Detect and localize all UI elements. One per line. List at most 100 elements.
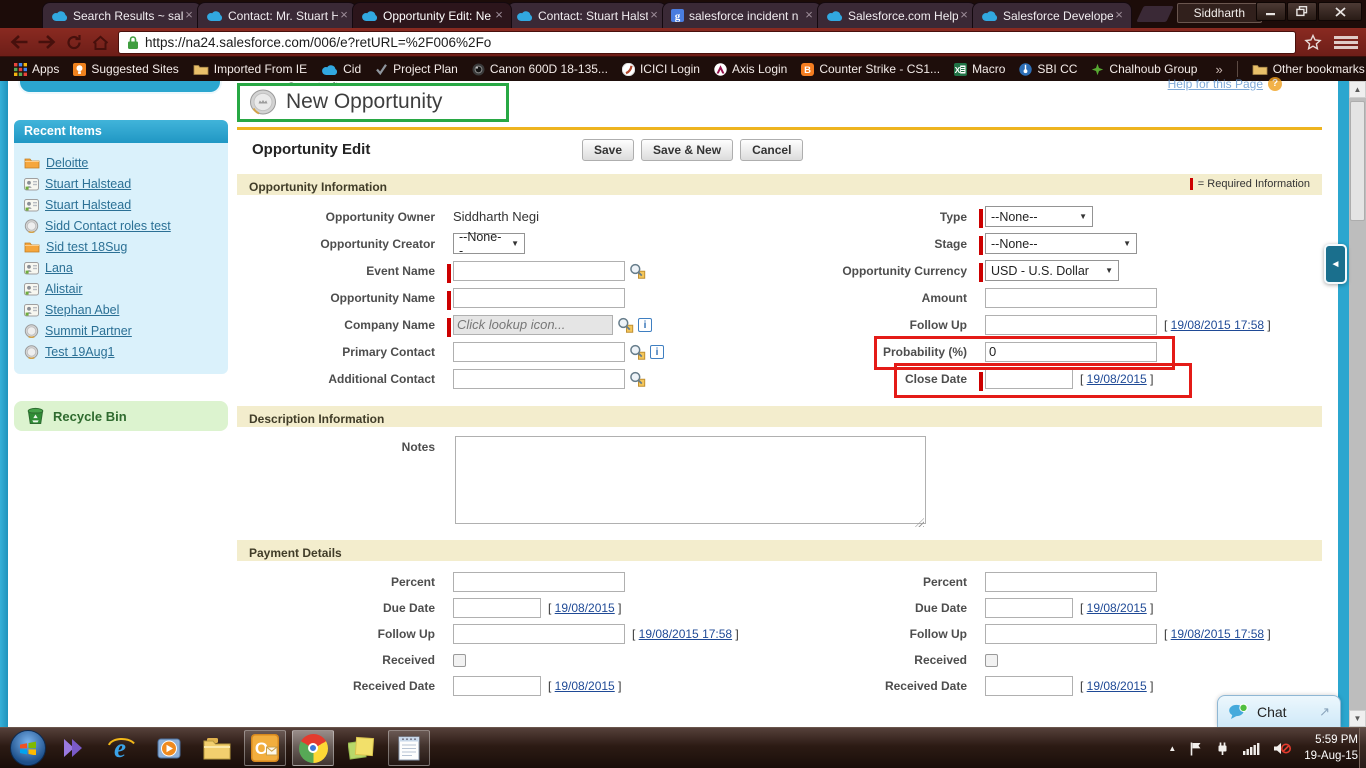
recycle-bin[interactable]: Recycle Bin (14, 401, 228, 431)
browser-tab[interactable]: Salesforce Develope × (972, 2, 1132, 28)
input-follow-up[interactable] (985, 314, 1157, 335)
taskbar-chrome-icon[interactable] (292, 730, 334, 766)
bookmark-counter-strike-cs1[interactable]: B Counter Strike - CS1... (801, 62, 940, 76)
close-button[interactable] (1318, 2, 1362, 21)
recent-item-link[interactable]: Stuart Halstead (45, 177, 131, 191)
browser-tab[interactable]: Contact: Stuart Halst × (507, 2, 667, 28)
save-button[interactable]: Save (582, 139, 635, 161)
save-new-button[interactable]: Save & New (641, 139, 734, 161)
start-button[interactable] (10, 730, 46, 766)
tab-close-icon[interactable]: × (337, 8, 351, 22)
browser-tab[interactable]: Opportunity Edit: Ne × (352, 2, 512, 28)
back-button[interactable] (9, 34, 29, 50)
bookmark-suggested-sites[interactable]: Suggested Sites (73, 62, 179, 76)
date-link[interactable]: 19/08/2015 (555, 601, 615, 615)
bookmark-sbi-cc[interactable]: SBI CC (1019, 62, 1077, 76)
scroll-up-button[interactable]: ▲ (1349, 81, 1366, 98)
new-tab-button[interactable] (1136, 6, 1174, 22)
network-signal-icon[interactable] (1243, 742, 1260, 755)
show-desktop-button[interactable] (1359, 728, 1366, 768)
date-link[interactable]: 19/08/2015 (1087, 372, 1147, 386)
lookup-icon[interactable] (629, 344, 646, 360)
browser-tab[interactable]: Salesforce.com Help × (817, 2, 977, 28)
vertical-scrollbar[interactable]: ▲ ▼ (1349, 81, 1366, 727)
bookmark-cid[interactable]: Cid (321, 62, 361, 76)
recent-item-link[interactable]: Summit Partner (45, 324, 132, 338)
bookmark-macro[interactable]: X Macro (954, 62, 1005, 76)
lookup-icon[interactable] (617, 317, 634, 333)
browser-tab[interactable]: Contact: Mr. Stuart H × (197, 2, 357, 28)
recent-item-link[interactable]: Sidd Contact roles test (45, 219, 171, 233)
tray-hidden-icons-button[interactable]: ▲ (1168, 744, 1176, 753)
notes-textarea[interactable] (455, 436, 926, 524)
taskbar-outlook-icon[interactable]: O (244, 730, 286, 766)
scroll-down-button[interactable]: ▼ (1349, 710, 1366, 727)
help-link[interactable]: Help for this Page (1168, 77, 1263, 91)
date-link[interactable]: 19/08/2015 17:58 (1171, 318, 1264, 332)
popout-arrow-icon[interactable]: ↗ (1319, 704, 1330, 720)
tab-close-icon[interactable]: × (647, 8, 661, 22)
recent-item-link[interactable]: Deloitte (46, 156, 88, 170)
checkbox-received[interactable] (453, 653, 466, 667)
input-amount[interactable] (985, 287, 1157, 308)
input-percent[interactable] (985, 572, 1157, 592)
menu-button[interactable] (1334, 33, 1358, 52)
input-received-date[interactable] (985, 676, 1073, 696)
bookmarks-overflow-chevron[interactable]: » (1215, 62, 1222, 77)
help-icon[interactable]: ? (1268, 77, 1282, 91)
address-bar[interactable]: https://na24.salesforce.com/006/e?retURL… (118, 31, 1296, 54)
taskbar-explorer-icon[interactable] (196, 730, 238, 766)
select-opportunity-creator[interactable]: --None-- ▼ (453, 230, 525, 258)
bookmark-star-icon[interactable] (1304, 33, 1322, 56)
recent-item-link[interactable]: Stuart Halstead (45, 198, 131, 212)
browser-tab[interactable]: g salesforce incident n × (662, 2, 822, 28)
volume-muted-icon[interactable] (1273, 741, 1292, 756)
input-due-date[interactable] (453, 598, 541, 618)
lookup-icon[interactable] (629, 371, 646, 387)
reload-button[interactable] (66, 34, 83, 50)
minimize-button[interactable] (1256, 2, 1286, 21)
forward-button[interactable] (37, 34, 57, 50)
tab-close-icon[interactable]: × (492, 8, 506, 22)
bookmark-project-plan[interactable]: Project Plan (375, 62, 458, 76)
bookmark-canon-600d-18-135[interactable]: Canon 600D 18-135... (472, 62, 608, 76)
browser-tab[interactable]: Search Results ~ sal × (42, 2, 202, 28)
input-due-date[interactable] (985, 598, 1073, 618)
taskbar-media-player-icon[interactable] (148, 730, 190, 766)
info-icon[interactable]: i (650, 344, 664, 359)
input-close-date[interactable] (985, 368, 1073, 389)
taskbar-clock[interactable]: 5:59 PM 19-Aug-15 (1304, 733, 1358, 764)
restore-button[interactable] (1287, 2, 1317, 21)
chat-widget[interactable]: Chat ↗ (1217, 695, 1341, 727)
checkbox-received[interactable] (985, 653, 998, 667)
home-button[interactable] (92, 34, 109, 50)
cancel-button[interactable]: Cancel (740, 139, 804, 161)
profile-chip[interactable]: Siddharth (1176, 3, 1262, 23)
input-received-date[interactable] (453, 676, 541, 696)
bookmark-icici-login[interactable]: ICICI Login (621, 62, 700, 76)
taskbar-notepad-icon[interactable] (388, 730, 430, 766)
select-type[interactable]: --None-- ▼ (985, 206, 1093, 227)
input-opportunity-name[interactable] (453, 287, 625, 308)
input-primary-contact[interactable] (453, 341, 625, 362)
taskbar-kmplayer-icon[interactable] (52, 730, 94, 766)
bookmark-axis-login[interactable]: Axis Login (714, 62, 787, 76)
recent-item-link[interactable]: Alistair (45, 282, 83, 296)
select-stage[interactable]: --None-- ▼ (985, 233, 1137, 254)
recent-item-link[interactable]: Test 19Aug1 (45, 345, 115, 359)
scrollbar-thumb[interactable] (1350, 101, 1365, 221)
tab-close-icon[interactable]: × (802, 8, 816, 22)
power-plug-icon[interactable] (1215, 741, 1230, 756)
input-event-name[interactable] (453, 260, 625, 281)
date-link[interactable]: 19/08/2015 (555, 679, 615, 693)
input-follow-up[interactable] (453, 624, 625, 644)
date-link[interactable]: 19/08/2015 17:58 (639, 627, 732, 641)
input-follow-up[interactable] (985, 624, 1157, 644)
input-company-name[interactable] (453, 314, 613, 335)
info-icon[interactable]: i (638, 317, 652, 332)
recent-item-link[interactable]: Lana (45, 261, 73, 275)
input-additional-contact[interactable] (453, 368, 625, 389)
action-center-flag-icon[interactable] (1189, 741, 1202, 756)
sidebar-collapse-handle[interactable]: ◄ (1324, 244, 1347, 284)
tab-close-icon[interactable]: × (957, 8, 971, 22)
